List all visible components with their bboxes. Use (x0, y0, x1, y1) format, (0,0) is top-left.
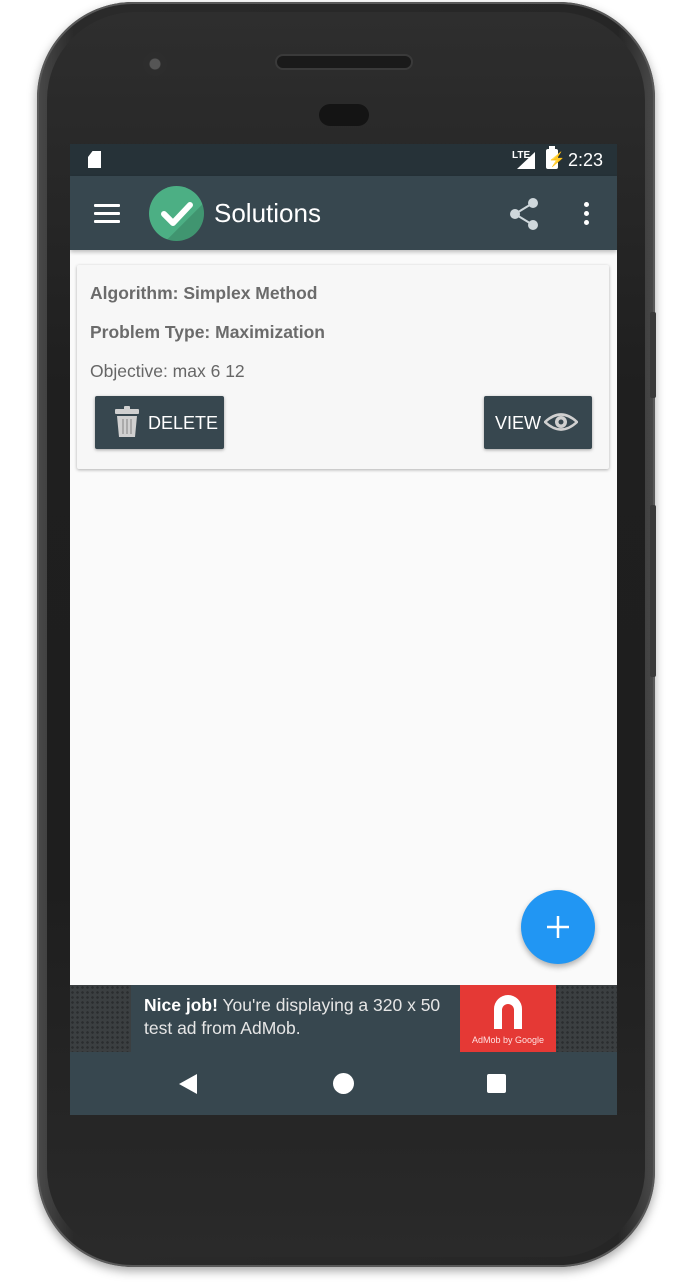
home-icon[interactable] (333, 1073, 354, 1094)
algorithm-label: Algorithm: Simplex Method (90, 283, 318, 303)
ad-text: Nice job! You're displaying a 320 x 50 t… (144, 994, 464, 1040)
solution-card: Algorithm: Simplex Method Problem Type: … (77, 265, 609, 469)
ad-headline: Nice job! (144, 995, 218, 1015)
delete-button-label: DELETE (148, 413, 219, 433)
page-title: Solutions (214, 198, 321, 228)
volume-button (650, 505, 656, 677)
back-icon[interactable] (178, 1073, 198, 1095)
delete-button[interactable]: DELETE (95, 396, 224, 449)
trash-icon (115, 406, 139, 437)
hamburger-menu-icon[interactable] (94, 204, 120, 223)
status-time: 2:23 (568, 150, 604, 170)
ad-banner-strip: Nice job! You're displaying a 320 x 50 t… (70, 985, 617, 1052)
view-button[interactable]: VIEW (484, 396, 592, 449)
objective-label: Objective: max 6 12 (90, 361, 245, 381)
add-solution-fab[interactable] (521, 890, 595, 964)
front-camera (143, 52, 167, 76)
view-button-label: VIEW (495, 413, 542, 433)
sd-card-icon (88, 151, 101, 168)
admob-logo-text: AdMob by Google (471, 1035, 545, 1045)
ad-banner[interactable]: Nice job! You're displaying a 320 x 50 t… (131, 985, 556, 1052)
eye-icon (544, 413, 578, 431)
status-bar: LTE ⚡ 2:23 (70, 144, 617, 176)
recents-icon[interactable] (487, 1074, 506, 1093)
overflow-menu-icon[interactable] (584, 202, 590, 226)
earpiece-speaker (277, 56, 411, 68)
system-nav-bar (70, 1052, 617, 1115)
app-bar: Solutions (70, 176, 617, 250)
screen: LTE ⚡ 2:23 Solutions Algorithm: Simplex (70, 144, 617, 1115)
problem-type-label: Problem Type: Maximization (90, 322, 325, 342)
plus-icon (547, 916, 569, 938)
share-icon[interactable] (508, 197, 540, 231)
proximity-sensor (319, 104, 369, 126)
admob-logo: AdMob by Google (460, 985, 556, 1052)
battery-charging-icon: ⚡ (546, 146, 566, 169)
app-logo-check-icon (149, 186, 204, 241)
admob-icon (494, 995, 522, 1029)
power-button (650, 312, 656, 398)
